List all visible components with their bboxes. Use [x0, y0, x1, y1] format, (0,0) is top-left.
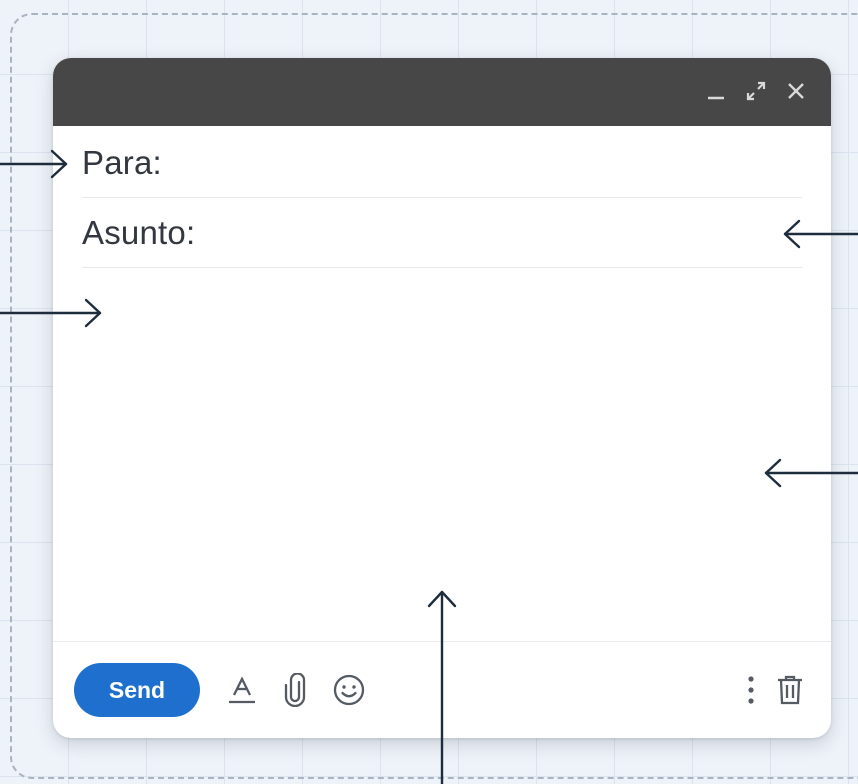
- close-icon: [788, 83, 804, 99]
- send-button[interactable]: Send: [74, 663, 200, 717]
- arrow-left-icon: [783, 219, 858, 249]
- to-label: Para:: [82, 143, 162, 181]
- more-options-icon: [748, 676, 754, 704]
- emoji-icon: [333, 674, 365, 706]
- minimize-icon: [708, 96, 724, 100]
- to-input[interactable]: [171, 144, 802, 181]
- arrow-right-icon: [0, 298, 102, 328]
- text-format-icon: [229, 676, 255, 704]
- subject-input[interactable]: [205, 214, 802, 251]
- emoji-button[interactable]: [332, 673, 366, 707]
- more-options-button[interactable]: [746, 675, 756, 705]
- trash-icon: [778, 675, 802, 705]
- compose-titlebar: [53, 58, 831, 126]
- message-body[interactable]: [82, 270, 802, 638]
- arrow-up-icon: [427, 590, 457, 784]
- to-field: Para:: [82, 128, 802, 198]
- discard-button[interactable]: [776, 674, 804, 706]
- close-button[interactable]: [783, 78, 809, 104]
- expand-icon: [746, 81, 766, 101]
- arrow-right-icon: [0, 149, 68, 179]
- subject-field: Asunto:: [82, 198, 802, 268]
- minimize-button[interactable]: [703, 78, 729, 104]
- subject-label: Asunto:: [82, 213, 196, 251]
- window-controls: [703, 78, 809, 104]
- attach-icon: [284, 673, 306, 707]
- attach-button[interactable]: [282, 673, 308, 707]
- formatting-button[interactable]: [226, 674, 258, 706]
- expand-button[interactable]: [743, 78, 769, 104]
- arrow-left-icon: [764, 458, 858, 488]
